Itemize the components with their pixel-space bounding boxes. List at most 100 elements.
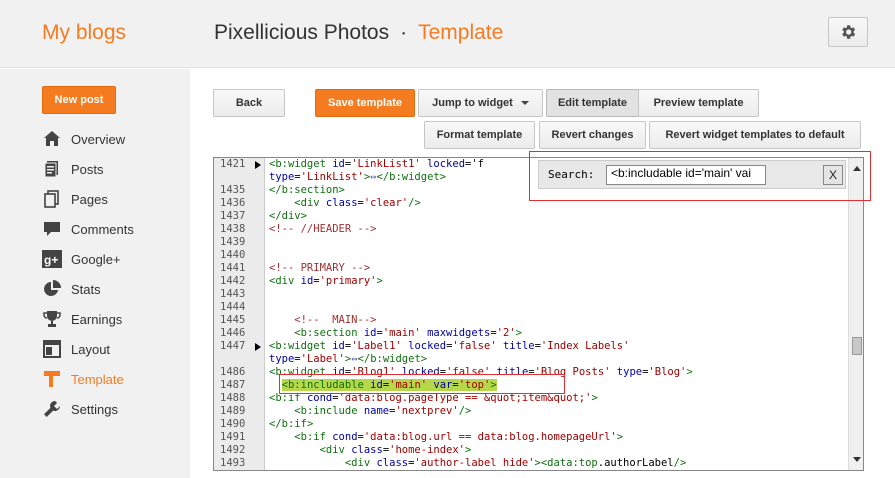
code-text: <div id='primary'> [269, 275, 383, 287]
sidebar-item-label: Comments [71, 221, 134, 237]
sidebar-item-label: Stats [71, 281, 101, 297]
scrollbar-thumb[interactable] [852, 337, 862, 355]
line-number [214, 353, 265, 366]
format-template-button[interactable]: Format template [424, 121, 535, 149]
code-lines: 1421 <b:widget id='LinkList1' locked='f ty… [214, 158, 848, 470]
my-blogs-link[interactable]: My blogs [42, 21, 126, 45]
line-number: 1486 [220, 366, 246, 378]
preview-template-tab[interactable]: Preview template [638, 89, 759, 117]
sidebar-item-label: Overview [71, 131, 126, 147]
sidebar-item-label: Template [71, 371, 124, 387]
sidebar-item-label: Settings [71, 401, 118, 417]
jump-to-widget-label: Jump to widget [432, 97, 513, 109]
line-number: 1436 [220, 197, 246, 209]
annotation-highlight-match [279, 374, 565, 394]
code-line: 1443 [214, 288, 848, 301]
sidebar-item-label: Google+ [71, 251, 121, 267]
line-number: 1445 [220, 314, 246, 326]
code-line: 1490 </b:if> [214, 418, 848, 431]
scroll-down-arrow-icon[interactable] [853, 457, 861, 462]
earnings-icon [42, 309, 62, 329]
layout-icon [42, 339, 62, 359]
code-line: 1438 <!-- //HEADER --> [214, 223, 848, 236]
back-button[interactable]: Back [213, 89, 285, 117]
settings-icon [42, 399, 62, 419]
sidebar-item-overview[interactable]: Overview [42, 124, 134, 154]
stats-icon [42, 279, 62, 299]
chevron-down-icon [520, 101, 529, 105]
blog-name[interactable]: Pixellicious Photos [214, 21, 389, 44]
page-title: Template [418, 21, 504, 44]
sidebar-item-earnings[interactable]: Earnings [42, 304, 134, 334]
sidebar-item-stats[interactable]: Stats [42, 274, 134, 304]
code-text: <b:widget id='LinkList1' locked='f [269, 158, 484, 170]
save-template-button[interactable]: Save template [315, 89, 415, 117]
line-number: 1491 [220, 431, 246, 443]
line-number: 1490 [220, 418, 246, 430]
sidebar-item-comments[interactable]: Comments [42, 214, 134, 244]
code-text: <!-- MAIN--> [269, 314, 377, 326]
settings-gear-button[interactable] [828, 17, 868, 47]
edit-template-tab[interactable]: Edit template [546, 89, 639, 117]
jump-to-widget-dropdown[interactable]: Jump to widget [418, 89, 543, 117]
code-text: <b:widget id='Label1' locked='false' tit… [269, 340, 630, 352]
line-number: 1440 [220, 249, 246, 261]
revert-widget-templates-button[interactable]: Revert widget templates to default [649, 121, 861, 149]
line-number: 1493 [220, 457, 246, 469]
sidebar-item-label: Earnings [71, 311, 123, 327]
code-line: 1437 </div> [214, 210, 848, 223]
new-post-button[interactable]: New post [42, 86, 116, 114]
code-text: <div class='home-index'> [319, 444, 472, 456]
fold-marker-icon[interactable] [255, 161, 261, 169]
code-text: <!-- //HEADER --> [269, 223, 377, 235]
line-number: 1487 [220, 379, 246, 391]
code-text: type='Label'>↔</b:widget> [269, 353, 428, 365]
sidebar-item-label: Layout [71, 341, 111, 357]
sidebar-item-google-plus[interactable]: g+ Google+ [42, 244, 134, 274]
overview-icon [42, 129, 62, 149]
sidebar-item-settings[interactable]: Settings [42, 394, 134, 424]
code-line: 1493 <div class='author-label hide'><dat… [214, 457, 848, 470]
code-line: 1446 <b:section id='main' maxwidgets='2'… [214, 327, 848, 340]
vertical-scrollbar[interactable] [848, 158, 863, 470]
sidebar: New post Overview Posts Pages Comments g… [0, 69, 190, 478]
sidebar-item-posts[interactable]: Posts [42, 154, 134, 184]
code-editor[interactable]: 1421 <b:widget id='LinkList1' locked='f ty… [213, 157, 864, 471]
line-number: 1438 [220, 223, 246, 235]
sidebar-item-pages[interactable]: Pages [42, 184, 134, 214]
sidebar-item-label: Posts [71, 161, 104, 177]
annotation-highlight-search [529, 151, 871, 201]
code-text: </b:section> [269, 184, 345, 196]
code-line: 1445 <!-- MAIN--> [214, 314, 848, 327]
fold-marker-icon[interactable] [255, 343, 261, 351]
line-number: 1443 [220, 288, 246, 300]
code-text: </b:if> [269, 418, 314, 430]
line-number: 1488 [220, 392, 246, 404]
code-line: 1492 <div class='home-index'> [214, 444, 848, 457]
gear-icon [842, 25, 856, 39]
line-number: 1439 [220, 236, 246, 248]
comments-icon [42, 219, 62, 239]
sidebar-item-layout[interactable]: Layout [42, 334, 134, 364]
template-icon [42, 369, 62, 389]
sidebar-item-template[interactable]: Template [42, 364, 134, 394]
top-header: My blogs Pixellicious Photos · Template [0, 0, 895, 68]
google-plus-icon: g+ [42, 249, 62, 269]
code-line: type='Label'>↔</b:widget> [214, 353, 848, 366]
code-text: <b:include name='nextprev'/> [294, 405, 472, 417]
blogger-template-editor: My blogs Pixellicious Photos · Template Ne… [0, 0, 895, 478]
line-number: 1447 [214, 340, 265, 353]
line-number: 1492 [220, 444, 246, 456]
posts-icon [42, 159, 62, 179]
code-line: 1447 <b:widget id='Label1' locked='false'… [214, 340, 848, 353]
revert-changes-button[interactable]: Revert changes [539, 121, 646, 149]
breadcrumb-separator: · [400, 21, 408, 44]
code-text: <!-- PRIMARY --> [269, 262, 371, 274]
code-text: </div> [269, 210, 307, 222]
line-number: 1435 [220, 184, 246, 196]
svg-text:g+: g+ [44, 253, 58, 267]
code-line: 1442 <div id='primary'> [214, 275, 848, 288]
